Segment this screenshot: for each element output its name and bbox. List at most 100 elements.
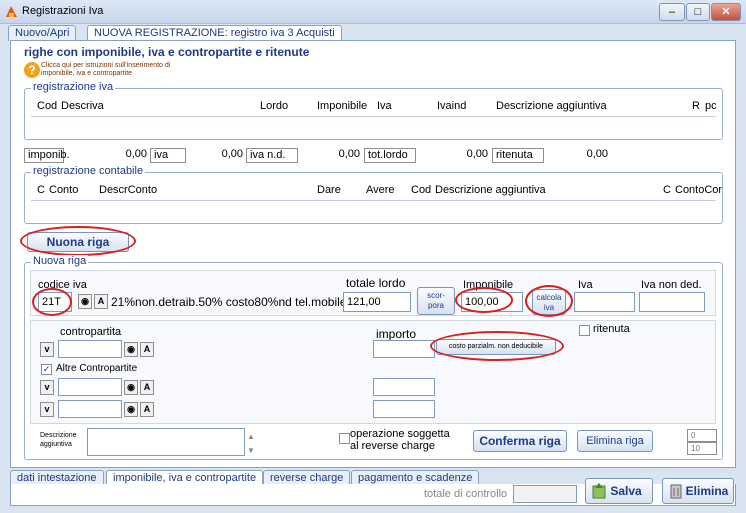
- iva-value: 0,00: [221, 148, 243, 160]
- binoculars-icon[interactable]: ◉: [124, 402, 138, 417]
- codice-iva-a-button[interactable]: A: [94, 294, 108, 309]
- importo-input-1[interactable]: [373, 340, 435, 358]
- binoculars-icon[interactable]: ◉: [124, 380, 138, 395]
- iva-input[interactable]: [574, 292, 635, 312]
- tab-nuovo-apri[interactable]: Nuovo/Apri: [8, 25, 77, 41]
- tab-nuova-registrazione[interactable]: NUOVA REGISTRAZIONE: registro iva 3 Acqu…: [87, 25, 342, 41]
- contropartita-input-3[interactable]: [58, 400, 122, 418]
- help-icon: ?: [24, 62, 40, 78]
- col-cod[interactable]: Cod: [411, 184, 431, 196]
- nuova-riga-button[interactable]: Nuona riga: [27, 232, 129, 252]
- contropartita-input-2[interactable]: [58, 378, 122, 396]
- importo-input-3[interactable]: [373, 400, 435, 418]
- counter-top: 0: [687, 429, 717, 442]
- binoculars-icon[interactable]: ◉: [124, 342, 138, 357]
- elimina-riga-button[interactable]: Elimina riga: [577, 430, 653, 452]
- registrazione-contabile-group: registrazione contabile C Conto DescrCon…: [24, 165, 723, 224]
- col-c[interactable]: C: [37, 184, 45, 196]
- chevron-down-icon[interactable]: v: [40, 402, 54, 417]
- conferma-riga-button[interactable]: Conferma riga: [473, 430, 567, 452]
- totale-lordo-input[interactable]: 121,00: [343, 292, 411, 312]
- totlordo-value: 0,00: [466, 148, 488, 160]
- app-icon: [5, 5, 18, 18]
- col-c2[interactable]: C: [663, 184, 671, 196]
- iva-label: iva: [150, 148, 186, 163]
- chevron-down-icon[interactable]: v: [40, 342, 54, 357]
- registrazione-contabile-legend: registrazione contabile: [31, 165, 146, 177]
- col-imponibile[interactable]: Imponibile: [317, 100, 367, 112]
- codice-iva-input[interactable]: 21T: [38, 292, 72, 312]
- ritenuta-checkbox[interactable]: [579, 325, 590, 336]
- codice-iva-label: codice iva: [38, 279, 87, 291]
- chevron-down-icon[interactable]: v: [40, 380, 54, 395]
- iva-non-ded-input[interactable]: [639, 292, 705, 312]
- col-pc[interactable]: pc: [705, 100, 717, 112]
- iva-field-label: Iva: [578, 279, 593, 291]
- descrizione-aggiuntiva-label: Descrizione aggiuntiva: [40, 432, 77, 448]
- col-iva[interactable]: Iva: [377, 100, 392, 112]
- ivand-value: 0,00: [338, 148, 360, 160]
- binoculars-icon[interactable]: ◉: [78, 294, 92, 309]
- descrizione-aggiuntiva-input[interactable]: [87, 428, 245, 456]
- ritenuta-value: 0,00: [586, 148, 608, 160]
- reverse-charge-checkbox[interactable]: [339, 433, 350, 444]
- ivand-label: iva n.d.: [246, 148, 298, 163]
- imponib-value: 0,00: [125, 148, 147, 160]
- contropartita-input-1[interactable]: [58, 340, 122, 358]
- col-conto[interactable]: Conto: [49, 184, 78, 196]
- title-bar: Registrazioni Iva – □ ✕: [0, 0, 746, 24]
- col-dare[interactable]: Dare: [317, 184, 341, 196]
- ritenuta-label: ritenuta: [492, 148, 544, 163]
- col-r[interactable]: R: [692, 100, 700, 112]
- elimina-button[interactable]: Elimina: [662, 478, 734, 504]
- scorpora-button[interactable]: scor- pora: [417, 287, 455, 315]
- registrazione-contabile-header: C Conto DescrConto Dare Avere Cod Descri…: [31, 181, 722, 201]
- contropartita-a-button-1[interactable]: A: [140, 342, 154, 357]
- col-lordo[interactable]: Lordo: [260, 100, 288, 112]
- imponib-label: imponib.: [24, 148, 70, 163]
- help-link[interactable]: ? Clicca qui per istruzioni sull'inserim…: [24, 60, 198, 80]
- registrazione-iva-header: Cod Descriva Lordo Imponibile Iva Ivaind…: [31, 97, 717, 117]
- col-descrizione-aggiuntiva[interactable]: Descrizione aggiuntiva: [435, 184, 546, 196]
- importo-input-2[interactable]: [373, 378, 435, 396]
- totale-controllo-label: totale di controllo: [424, 488, 508, 500]
- salva-button[interactable]: Salva: [585, 478, 653, 504]
- registrazione-iva-legend: registrazione iva: [31, 81, 116, 93]
- col-contocor[interactable]: ContoCor: [675, 184, 722, 196]
- col-cod[interactable]: Cod: [37, 100, 57, 112]
- close-button[interactable]: ✕: [711, 3, 741, 21]
- registrazione-iva-group: registrazione iva Cod Descriva Lordo Imp…: [24, 81, 723, 140]
- col-descrconto[interactable]: DescrConto: [99, 184, 157, 196]
- scroll-up-icon[interactable]: ▲: [247, 432, 255, 441]
- maximize-button[interactable]: □: [686, 3, 710, 21]
- imponibile-input[interactable]: 100,00: [461, 292, 523, 312]
- calcola-iva-button[interactable]: calcola iva: [532, 289, 566, 315]
- scroll-down-icon[interactable]: ▼: [247, 446, 255, 455]
- salva-label: Salva: [610, 484, 642, 498]
- section-title: righe con imponibile, iva e contropartit…: [24, 45, 310, 59]
- imponibile-label: Imponibile: [463, 279, 514, 291]
- totale-controllo-input[interactable]: [513, 485, 577, 503]
- nuova-riga-legend: Nuova riga: [31, 255, 89, 267]
- col-avere[interactable]: Avere: [366, 184, 395, 196]
- col-ivaind[interactable]: Ivaind: [437, 100, 466, 112]
- window-title: Registrazioni Iva: [22, 5, 104, 17]
- costo-parzialm-button[interactable]: costo parzialm. non deducibile: [436, 339, 556, 355]
- elimina-label: Elimina: [685, 484, 729, 498]
- contropartita-a-button-2[interactable]: A: [140, 380, 154, 395]
- counter-bottom: 10: [687, 442, 717, 455]
- delete-icon: [669, 483, 683, 499]
- col-descriva[interactable]: Descriva: [61, 100, 104, 112]
- altre-contropartite-checkbox[interactable]: ✓: [41, 364, 52, 375]
- totale-lordo-label: totale lordo: [346, 276, 406, 290]
- importo-label: importo: [376, 327, 417, 341]
- totlordo-label: tot.lordo: [364, 148, 416, 163]
- minimize-button[interactable]: –: [659, 3, 685, 21]
- help-text: Clicca qui per istruzioni sull'inserimen…: [41, 62, 171, 77]
- reverse-charge-label: operazione soggetta al reverse charge: [350, 428, 450, 452]
- col-descrizione-aggiuntiva[interactable]: Descrizione aggiuntiva: [496, 100, 607, 112]
- save-icon: [592, 483, 606, 499]
- contropartita-a-button-3[interactable]: A: [140, 402, 154, 417]
- contropartita-label: contropartita: [60, 326, 122, 338]
- altre-contropartite-label: Altre Contropartite: [56, 363, 138, 374]
